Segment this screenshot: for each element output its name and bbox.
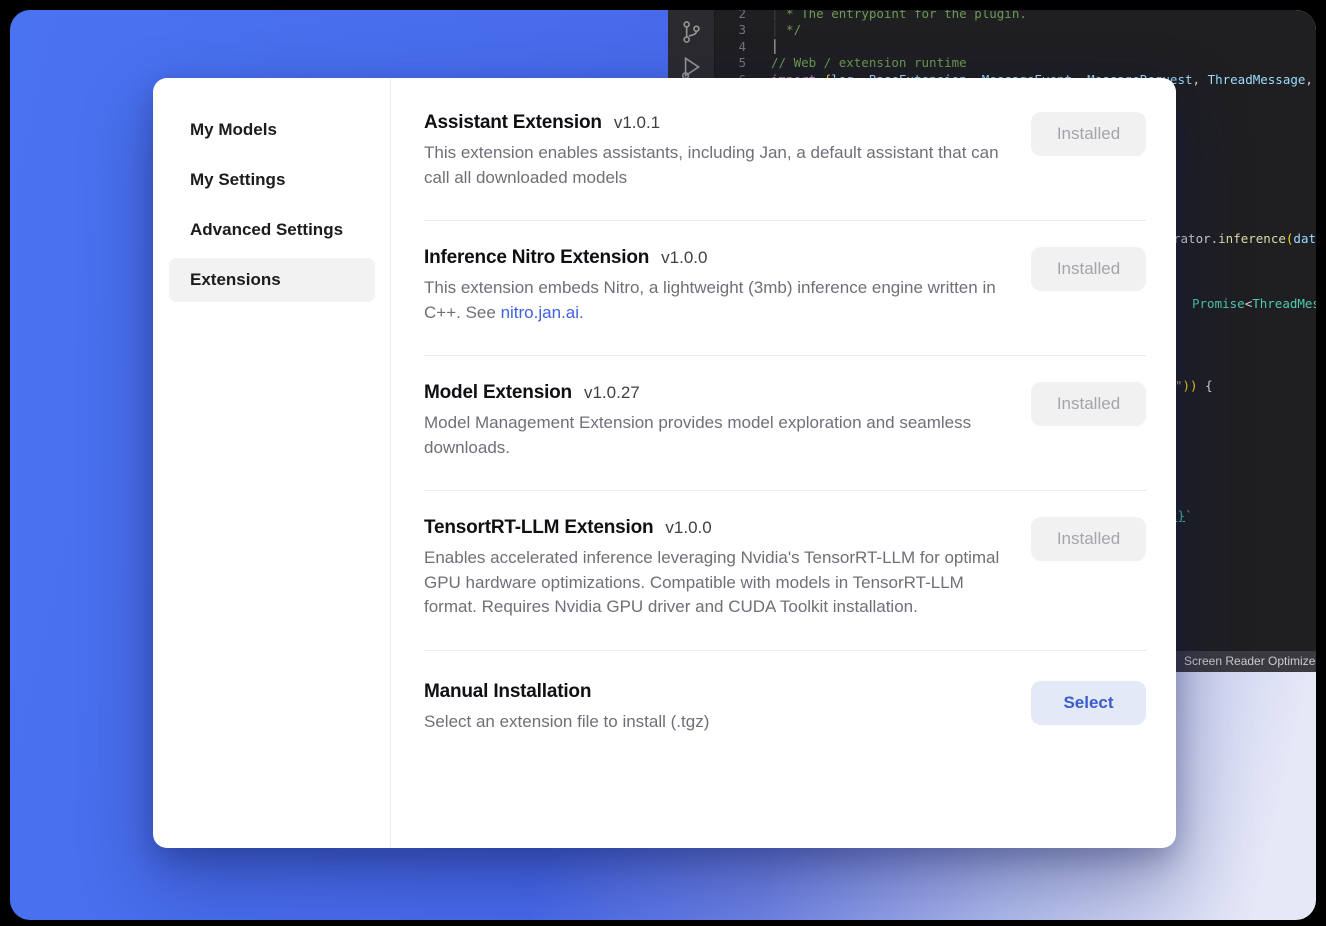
code-line: 4 │ bbox=[715, 39, 1316, 55]
extension-description: Model Management Extension provides mode… bbox=[424, 411, 1011, 460]
line-number: 5 bbox=[715, 55, 746, 71]
run-debug-icon[interactable] bbox=[678, 54, 704, 80]
extension-description: This extension enables assistants, inclu… bbox=[424, 141, 1011, 190]
extension-row: TensortRT-LLM Extension v1.0.0 Enables a… bbox=[424, 491, 1146, 651]
code-fragment: Promise<ThreadMessage> bbox=[1192, 296, 1316, 312]
code-line: 5 // Web / extension runtime bbox=[715, 55, 1316, 71]
extension-version: v1.0.27 bbox=[584, 383, 640, 403]
extension-version: v1.0.0 bbox=[665, 518, 711, 538]
desktop-capture: 2 │ * The entrypoint for the plugin. 3 │… bbox=[10, 10, 1316, 920]
code-fragment: rator.inference(data)); bbox=[1173, 231, 1316, 247]
installed-button[interactable]: Installed bbox=[1031, 382, 1146, 426]
select-button[interactable]: Select bbox=[1031, 681, 1146, 725]
source-control-icon[interactable] bbox=[678, 19, 704, 45]
sidebar-item-my-settings[interactable]: My Settings bbox=[169, 158, 375, 202]
extension-version: v1.0.1 bbox=[614, 113, 660, 133]
extension-description: Select an extension file to install (.tg… bbox=[424, 710, 709, 735]
settings-sidebar: My Models My Settings Advanced Settings Ext… bbox=[153, 78, 390, 848]
extension-description: Enables accelerated inference leveraging… bbox=[424, 546, 1011, 620]
extension-name: Inference Nitro Extension bbox=[424, 247, 649, 269]
extension-name: Assistant Extension bbox=[424, 112, 602, 134]
settings-modal: My Models My Settings Advanced Settings Ext… bbox=[153, 78, 1176, 848]
installed-button[interactable]: Installed bbox=[1031, 247, 1146, 291]
code-fragment: ")) { bbox=[1175, 378, 1213, 394]
line-number: 4 bbox=[715, 39, 746, 55]
line-number: 2 bbox=[715, 10, 746, 22]
extension-name: Manual Installation bbox=[424, 681, 591, 703]
installed-button[interactable]: Installed bbox=[1031, 112, 1146, 156]
extension-description: This extension embeds Nitro, a lightweig… bbox=[424, 276, 1011, 325]
sidebar-item-advanced-settings[interactable]: Advanced Settings bbox=[169, 208, 375, 252]
line-number: 3 bbox=[715, 22, 746, 38]
extension-row: Model Extension v1.0.27 Model Management… bbox=[424, 356, 1146, 491]
sidebar-item-my-models[interactable]: My Models bbox=[169, 108, 375, 152]
sidebar-item-extensions[interactable]: Extensions bbox=[169, 258, 375, 302]
extension-row: Inference Nitro Extension v1.0.0 This ex… bbox=[424, 221, 1146, 356]
code-line: 2 │ * The entrypoint for the plugin. bbox=[715, 10, 1316, 22]
extension-row: Assistant Extension v1.0.1 This extensio… bbox=[424, 86, 1146, 221]
extension-row: Manual Installation Select an extension … bbox=[424, 651, 1146, 765]
code-line: 3 │ */ bbox=[715, 22, 1316, 38]
extensions-list: Assistant Extension v1.0.1 This extensio… bbox=[391, 78, 1176, 848]
installed-button[interactable]: Installed bbox=[1031, 517, 1146, 561]
extension-version: v1.0.0 bbox=[661, 248, 707, 268]
extension-name: TensortRT-LLM Extension bbox=[424, 517, 653, 539]
extension-name: Model Extension bbox=[424, 382, 572, 404]
code-lines: 2 │ * The entrypoint for the plugin. 3 │… bbox=[715, 10, 1316, 88]
extension-link[interactable]: nitro.jan.ai. bbox=[501, 303, 584, 322]
screen-reader-status-item[interactable]: Screen Reader Optimized bbox=[1174, 651, 1316, 672]
